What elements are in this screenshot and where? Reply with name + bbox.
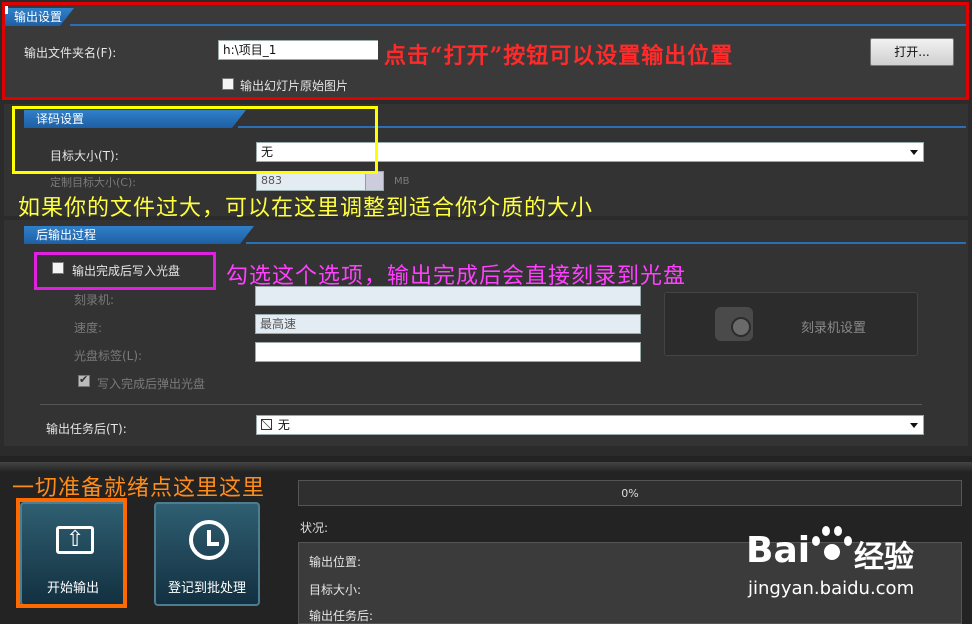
disc-icon (731, 317, 751, 337)
annotation-open-button: 点击“打开”按钮可以设置输出位置 (384, 43, 734, 69)
disc-label-label: 光盘标签(L): (74, 349, 143, 363)
burn-disc-label: 输出完成后写入光盘 (72, 264, 181, 278)
burn-disc-checkbox[interactable] (52, 262, 64, 274)
target-size-select[interactable]: 无 (256, 142, 924, 162)
start-output-label: 开始输出 (46, 581, 99, 596)
speed-label: 速度: (74, 321, 103, 335)
output-settings-tab-line (70, 24, 966, 26)
burner-settings-button[interactable]: 刻录机设置 (664, 292, 918, 356)
speed-select[interactable]: 最高速 (255, 314, 641, 334)
output-folder-label: 输出文件夹名(F): (24, 46, 117, 60)
chevron-down-icon (910, 150, 918, 155)
status-output-location: 输出位置: (309, 555, 362, 569)
batch-button[interactable]: 登记到批处理 (154, 502, 260, 606)
custom-size-input[interactable]: 883 (256, 171, 384, 191)
after-task-value: 无 (277, 418, 290, 432)
burner-label: 刻录机: (74, 293, 115, 307)
encode-settings-tab-line (238, 126, 966, 128)
status-after-task: 输出任务后: (309, 609, 374, 623)
baidu-brand-left: Bai (746, 530, 811, 571)
custom-size-value: 883 (261, 174, 282, 187)
after-task-label: 输出任务后(T): (46, 422, 127, 436)
encode-settings-tab: 译码设置 (24, 110, 246, 128)
none-icon (261, 419, 272, 430)
after-task-select[interactable]: 无 (256, 415, 924, 435)
slides-original-label: 输出幻灯片原始图片 (240, 79, 349, 93)
custom-size-unit: MB (394, 176, 410, 187)
target-size-value: 无 (261, 145, 274, 159)
annotation-start: 一切准备就绪点这里这里 (12, 476, 266, 501)
status-label: 状况: (300, 521, 329, 535)
paw-icon (810, 524, 852, 568)
disc-label-input[interactable] (255, 342, 641, 362)
baidu-url: jingyan.baidu.com (748, 578, 915, 599)
burner-select[interactable] (255, 286, 641, 306)
arrow-up-icon: ⇧ (66, 527, 85, 552)
batch-label: 登记到批处理 (167, 581, 246, 596)
eject-disc-checkbox[interactable] (78, 373, 90, 387)
post-output-tab-line (246, 242, 966, 244)
slides-original-checkbox[interactable] (222, 78, 234, 90)
post-output-tab: 后输出过程 (24, 226, 254, 244)
chevron-down-icon (910, 423, 918, 428)
tab-corner-icon (4, 6, 8, 14)
output-folder-input[interactable]: h:\项目_1 (218, 40, 378, 60)
spinner-arrow-icon[interactable] (365, 172, 383, 190)
eject-disc-label: 写入完成后弹出光盘 (97, 377, 206, 391)
baidu-brand-right: 经验 (854, 540, 914, 575)
divider (40, 404, 922, 405)
progress-bar: 0% (298, 480, 962, 506)
target-size-label: 目标大小(T): (50, 149, 119, 163)
baidu-watermark: Bai 经验 jingyan.baidu.com (740, 524, 968, 604)
custom-size-label: 定制目标大小(C): (50, 176, 136, 189)
status-target-size: 目标大小: (309, 583, 362, 597)
progress-text: 0% (621, 487, 639, 500)
start-output-button[interactable]: ⇧ 开始输出 (20, 502, 126, 606)
clock-hand-2 (207, 542, 219, 546)
annotation-target-size: 如果你的文件过大，可以在这里调整到适合你介质的大小 (18, 196, 594, 221)
open-button[interactable]: 打开... (870, 38, 954, 66)
burner-settings-label: 刻录机设置 (801, 321, 867, 336)
